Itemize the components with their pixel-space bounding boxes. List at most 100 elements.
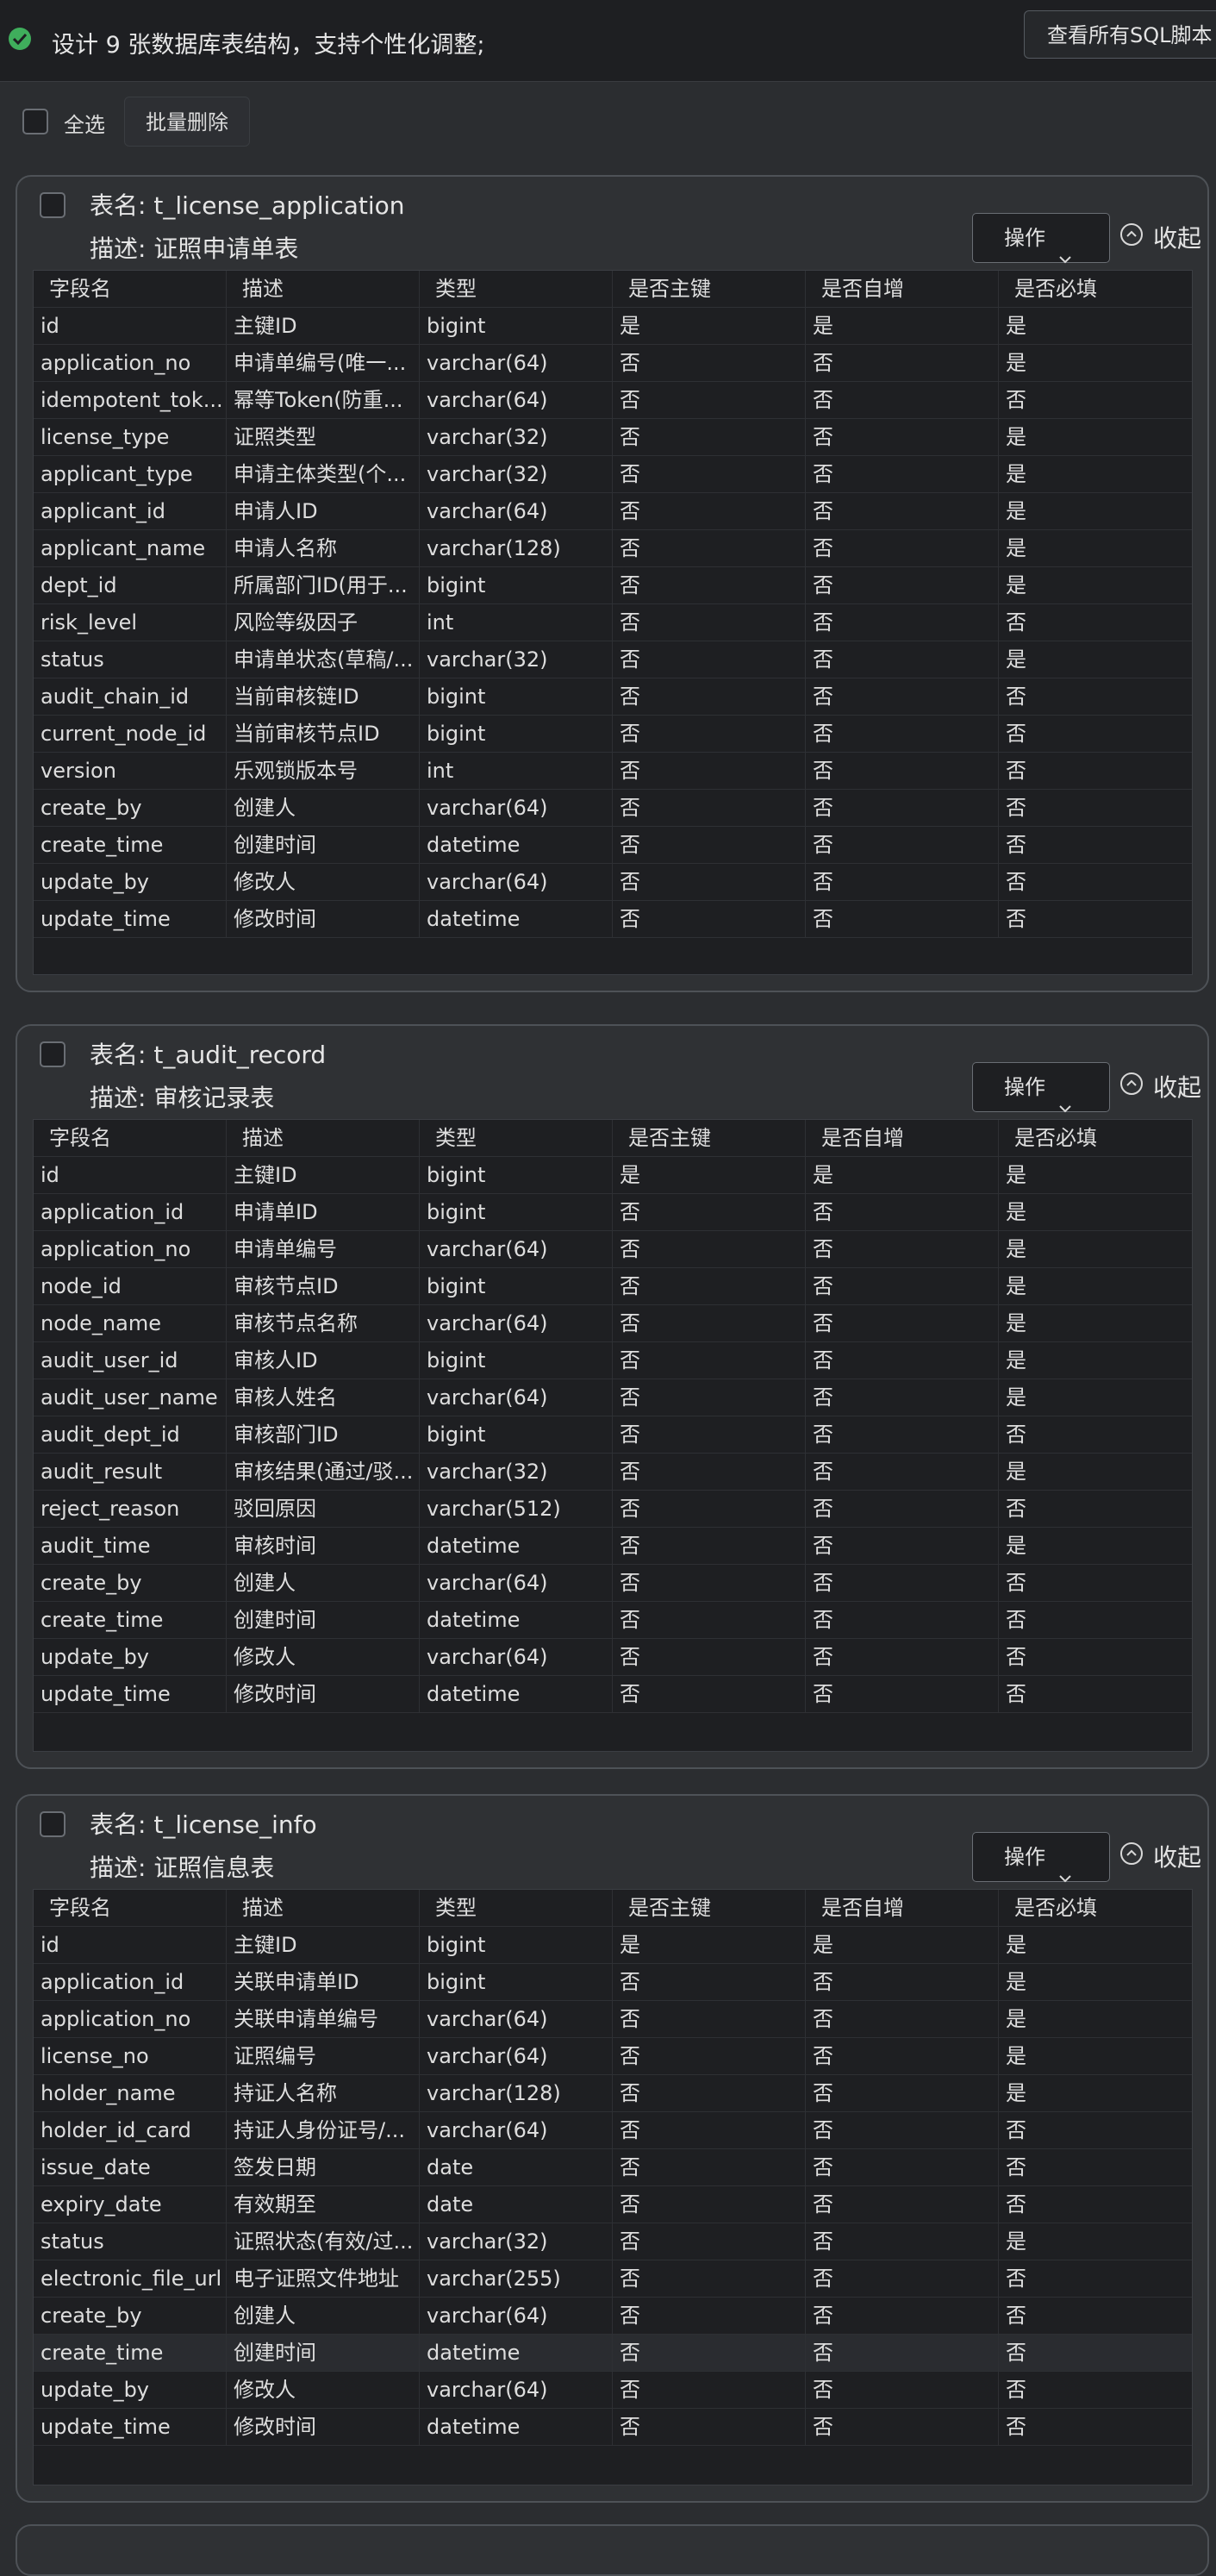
table-cell: 否 [613, 678, 806, 715]
table-row[interactable]: idempotent_tok... 幂等Token(防重... varchar(64… [34, 382, 1192, 419]
table-row[interactable]: node_id 审核节点ID bigint 否否是 [34, 1268, 1192, 1305]
table-cell: 是 [1006, 1163, 1026, 1187]
table-row[interactable]: license_no 证照编号 varchar(64) 否否是 [34, 2038, 1192, 2075]
table-row[interactable]: issue_date 签发日期 date 否否否 [34, 2149, 1192, 2186]
table-cell: datetime [420, 2409, 613, 2445]
table-cell: 否 [806, 2372, 999, 2408]
operation-dropdown[interactable]: 操作 [972, 1832, 1110, 1883]
column-header: 是否必填 [1014, 1126, 1097, 1150]
select-all-checkbox[interactable] [22, 109, 48, 134]
table-cell: 否 [613, 641, 806, 678]
table-cell: bigint [420, 1157, 613, 1193]
table-description: 描述: 审核记录表 [90, 1084, 275, 1112]
table-row[interactable]: create_by 创建人 varchar(64) 否否否 [34, 790, 1192, 827]
table-row[interactable]: expiry_date 有效期至 date 否否否 [34, 2186, 1192, 2223]
table-cell: 审核结果(通过/驳... [227, 1454, 420, 1490]
table-row[interactable]: update_by 修改人 varchar(64) 否否否 [34, 864, 1192, 901]
table-row[interactable]: audit_user_id 审核人ID bigint 否否是 [34, 1342, 1192, 1379]
table-cell: 证照编号 [227, 2038, 420, 2074]
table-cell: 否 [613, 2223, 806, 2260]
table-cell: id [34, 308, 227, 344]
table-row[interactable]: application_no 申请单编号(唯一... varchar(64) 否否是 [34, 345, 1192, 382]
table-row[interactable]: audit_chain_id 当前审核链ID bigint 否否否 [34, 678, 1192, 716]
table-cell: bigint [420, 1194, 613, 1230]
table-row[interactable]: audit_time 审核时间 datetime 否否是 [34, 1528, 1192, 1565]
table-row[interactable]: audit_dept_id 审核部门ID bigint 否否否 [34, 1416, 1192, 1454]
table-row[interactable]: electronic_file_url 电子证照文件地址 varchar(255) 否… [34, 2260, 1192, 2298]
table-row[interactable]: dept_id 所属部门ID(用于... bigint 否否是 [34, 567, 1192, 604]
table-cell: 否 [1006, 1608, 1026, 1632]
table-row[interactable]: update_by 修改人 varchar(64) 否否否 [34, 2372, 1192, 2409]
table-row[interactable]: node_name 审核节点名称 varchar(64) 否否是 [34, 1305, 1192, 1342]
table-cell: date [420, 2186, 613, 2223]
table-row[interactable]: applicant_id 申请人ID varchar(64) 否否是 [34, 493, 1192, 530]
table-row[interactable]: license_type 证照类型 varchar(32) 否否是 [34, 419, 1192, 456]
table-cell: 是 [1006, 1237, 1026, 1261]
table-row[interactable]: risk_level 风险等级因子 int 否否否 [34, 604, 1192, 641]
table-cell: application_id [34, 1964, 227, 2000]
table-cell: 否 [806, 1231, 999, 1267]
table-row[interactable]: application_id 申请单ID bigint 否否是 [34, 1194, 1192, 1231]
table-cell: 审核人ID [227, 1342, 420, 1379]
table-cell: 创建时间 [227, 827, 420, 863]
table-row[interactable]: application_no 关联申请单编号 varchar(64) 否否是 [34, 2001, 1192, 2038]
table-cell: 否 [613, 493, 806, 529]
table-row[interactable]: version 乐观锁版本号 int 否否否 [34, 753, 1192, 790]
table-cell: create_by [34, 790, 227, 826]
table-row[interactable]: update_by 修改人 varchar(64) 否否否 [34, 1639, 1192, 1676]
table-row[interactable]: applicant_name 申请人名称 varchar(128) 否否是 [34, 530, 1192, 567]
table-cell: 否 [1006, 833, 1026, 857]
table-select-checkbox[interactable] [40, 192, 65, 218]
table-row[interactable]: applicant_type 申请主体类型(个... varchar(32) 否否是 [34, 456, 1192, 493]
table-cell: 否 [806, 753, 999, 789]
table-row[interactable]: status 申请单状态(草稿/... varchar(32) 否否是 [34, 641, 1192, 678]
table-row[interactable]: id 主键ID bigint 是是是 [34, 1927, 1192, 1964]
batch-delete-button[interactable]: 批量删除 [124, 97, 250, 147]
table-cell: varchar(32) [420, 1454, 613, 1490]
table-cell: int [420, 604, 613, 641]
table-cell: 否 [613, 2038, 806, 2074]
table-cell: 是 [1006, 573, 1026, 597]
table-cell: 是 [613, 1157, 806, 1193]
table-select-checkbox[interactable] [40, 1041, 65, 1067]
table-cell: varchar(32) [420, 456, 613, 492]
table-row[interactable]: create_by 创建人 varchar(64) 否否否 [34, 2298, 1192, 2335]
table-row[interactable]: create_time 创建时间 datetime 否否否 [34, 827, 1192, 864]
table-row[interactable]: status 证照状态(有效/过... varchar(32) 否否是 [34, 2223, 1192, 2260]
table-cell: datetime [420, 827, 613, 863]
operation-dropdown[interactable]: 操作 [972, 1062, 1110, 1113]
table-row[interactable]: create_time 创建时间 datetime 否否否 [34, 2335, 1192, 2372]
table-cell: 否 [613, 2409, 806, 2445]
table-cell: 否 [1006, 2341, 1026, 2365]
table-cell: 是 [1006, 1534, 1026, 1558]
table-cell: 否 [613, 1676, 806, 1712]
table-cell: varchar(64) [420, 2038, 613, 2074]
table-row[interactable]: holder_name 持证人名称 varchar(128) 否否是 [34, 2075, 1192, 2112]
table-cell: expiry_date [34, 2186, 227, 2223]
table-row[interactable]: update_time 修改时间 datetime 否否否 [34, 1676, 1192, 1713]
table-cell: 是 [1006, 1311, 1026, 1335]
table-row[interactable]: audit_user_name 审核人姓名 varchar(64) 否否是 [34, 1379, 1192, 1416]
table-row[interactable]: audit_result 审核结果(通过/驳... varchar(32) 否否是 [34, 1454, 1192, 1491]
table-cell: datetime [420, 1528, 613, 1564]
table-cell: 是 [1006, 351, 1026, 375]
table-row[interactable]: reject_reason 驳回原因 varchar(512) 否否否 [34, 1491, 1192, 1528]
table-row[interactable]: update_time 修改时间 datetime 否否否 [34, 2409, 1192, 2446]
table-cell: 否 [1006, 907, 1026, 931]
table-row[interactable]: application_id 关联申请单ID bigint 否否是 [34, 1964, 1192, 2001]
view-all-sql-button[interactable]: 查看所有SQL脚本 [1024, 10, 1216, 59]
table-row[interactable]: update_time 修改时间 datetime 否否否 [34, 901, 1192, 938]
table-cell: 否 [1006, 2118, 1026, 2142]
table-row[interactable]: id 主键ID bigint 是是是 [34, 308, 1192, 345]
table-cell: varchar(255) [420, 2260, 613, 2297]
table-row[interactable]: id 主键ID bigint 是是是 [34, 1157, 1192, 1194]
table-row[interactable]: application_no 申请单编号 varchar(64) 否否是 [34, 1231, 1192, 1268]
table-cell: 否 [613, 456, 806, 492]
table-select-checkbox[interactable] [40, 1811, 65, 1837]
table-row[interactable]: holder_id_card 持证人身份证号/... varchar(64) 否否否 [34, 2112, 1192, 2149]
table-cell: date [420, 2149, 613, 2185]
table-row[interactable]: create_time 创建时间 datetime 否否否 [34, 1602, 1192, 1639]
table-row[interactable]: current_node_id 当前审核节点ID bigint 否否否 [34, 716, 1192, 753]
operation-dropdown[interactable]: 操作 [972, 213, 1110, 264]
table-row[interactable]: create_by 创建人 varchar(64) 否否否 [34, 1565, 1192, 1602]
